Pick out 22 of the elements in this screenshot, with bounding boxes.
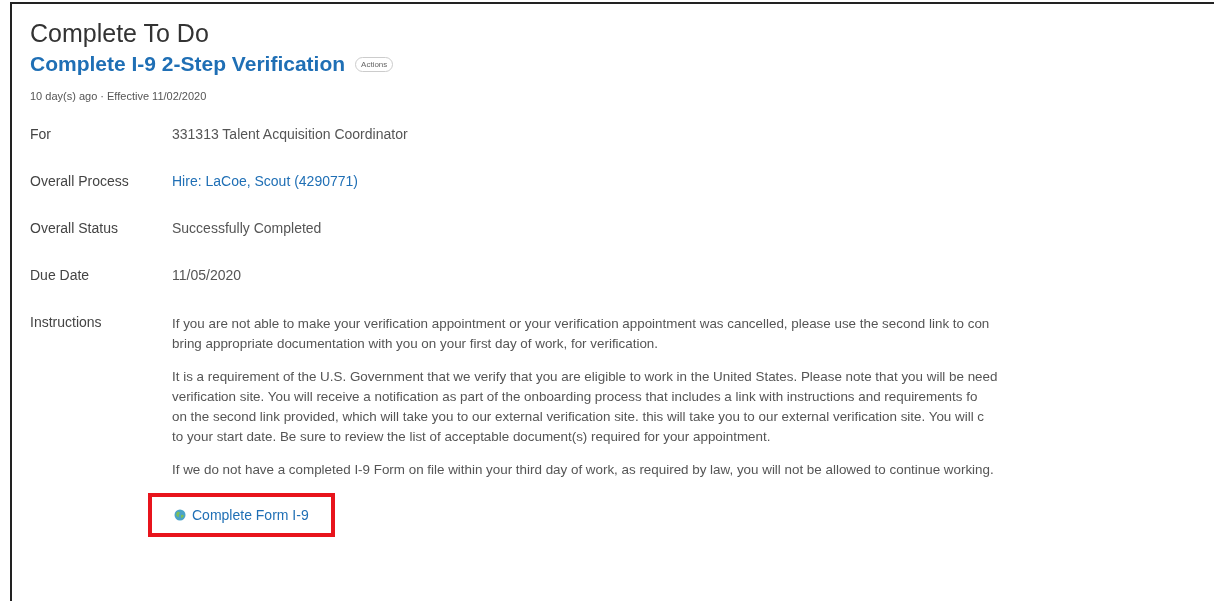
instruction-text: verification site. You will receive a notification as part of the onboarding process that includes a link with instructions and requirements fo <box>172 388 979 406</box>
field-value: 11/05/2020 <box>172 266 242 283</box>
field-label: Overall Status <box>30 219 119 236</box>
instruction-text: If you are not able to make your verification appointment or your verification appointment was cancelled, please use the second link to con <box>172 315 991 333</box>
instruction-text: If we do not have a completed I-9 Form on file within your third day of work, as required by law, you will not be allowed to continue working. <box>172 461 995 479</box>
instruction-text: bring appropriate documentation with you on your first day of work, for verification. <box>172 335 660 353</box>
instruction-text: to your start date. Be sure to review the list of acceptable document(s) required for your appointment. <box>172 428 772 446</box>
task-title-link[interactable]: Complete I-9 2-Step Verification <box>30 52 346 76</box>
globe-icon <box>174 509 186 521</box>
field-label: Due Date <box>30 266 91 283</box>
field-label: For <box>30 125 52 142</box>
field-link[interactable]: Hire: LaCoe, Scout (4290771) <box>172 171 358 189</box>
instruction-text: on the second link provided, which will take you to our external verification site. this will take you to our external verification site. You will c <box>172 408 986 426</box>
field-label: Overall Process <box>30 172 130 189</box>
field-label: Instructions <box>30 313 103 330</box>
form-link[interactable]: Complete Form I-9 <box>174 507 309 523</box>
actions-button[interactable]: Actions <box>355 56 394 72</box>
field-value: Successfully Completed <box>172 219 322 236</box>
instruction-text: It is a requirement of the U.S. Government that we verify that you are eligible to work in the United States. Please note that you will be need <box>172 368 998 386</box>
field-value: 331313 Talent Acquisition Coordinator <box>172 125 408 142</box>
task-meta: 10 day(s) ago · Effective 11/02/2020 <box>30 90 208 102</box>
page-title: Complete To Do <box>30 18 210 48</box>
